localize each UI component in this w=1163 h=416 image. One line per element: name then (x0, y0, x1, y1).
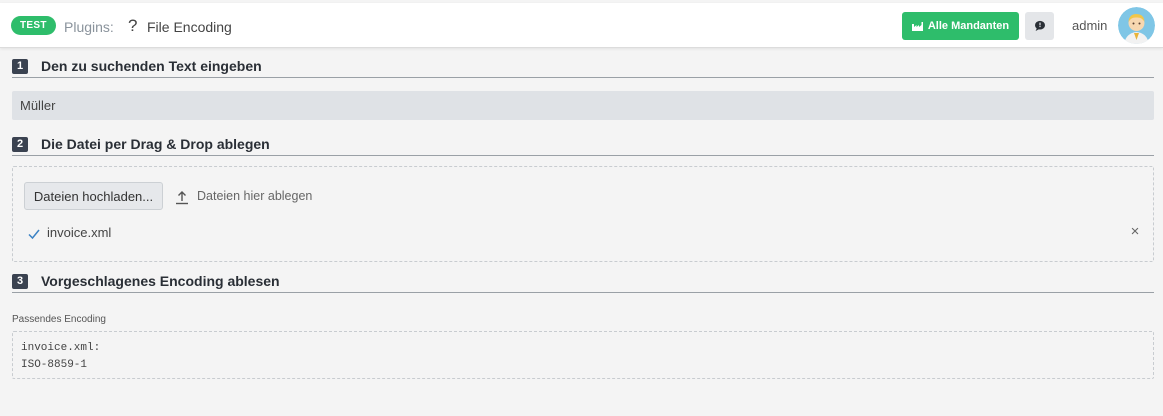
environment-badge: TEST (11, 16, 56, 35)
step-number: 3 (12, 274, 28, 289)
step-1-header: 1 Den zu suchenden Text eingeben (12, 58, 1154, 78)
factory-icon (911, 21, 923, 31)
help-icon: ? (128, 16, 138, 35)
step-title: Vorgeschlagenes Encoding ablesen (41, 273, 280, 289)
step-3-header: 3 Vorgeschlagenes Encoding ablesen (12, 273, 1154, 293)
all-tenants-label: Alle Mandanten (927, 20, 1010, 32)
avatar[interactable] (1118, 7, 1155, 44)
encoding-label: Passendes Encoding (12, 314, 106, 325)
step-number: 1 (12, 59, 28, 74)
close-icon[interactable]: × (1128, 223, 1142, 240)
encoding-result-box: invoice.xml: ISO-8859-1 (12, 331, 1154, 379)
file-dropzone[interactable]: Dateien hochladen... Dateien hier ablege… (12, 166, 1154, 262)
step-title: Die Datei per Drag & Drop ablegen (41, 136, 270, 152)
username[interactable]: admin (1072, 18, 1107, 33)
step-number: 2 (12, 137, 28, 152)
drop-hint: Dateien hier ablegen (197, 189, 313, 203)
page-title: File Encoding (147, 19, 232, 35)
encoding-result-line: ISO-8859-1 (21, 359, 88, 371)
chat-button[interactable] (1025, 12, 1054, 40)
step-2-header: 2 Die Datei per Drag & Drop ablegen (12, 136, 1154, 156)
upload-files-button[interactable]: Dateien hochladen... (24, 182, 163, 210)
search-text-input[interactable] (12, 91, 1154, 120)
all-tenants-button[interactable]: Alle Mandanten (902, 12, 1019, 40)
breadcrumb-plugins[interactable]: Plugins: (64, 19, 114, 35)
encoding-result-line: invoice.xml: (21, 342, 101, 354)
step-title: Den zu suchenden Text eingeben (41, 58, 262, 74)
top-bar: TEST Plugins: ? File Encoding Alle Manda… (0, 3, 1163, 48)
upload-icon (176, 191, 188, 205)
uploaded-file-name: invoice.xml (47, 225, 112, 240)
check-icon (28, 229, 40, 240)
chat-icon (1034, 20, 1045, 31)
